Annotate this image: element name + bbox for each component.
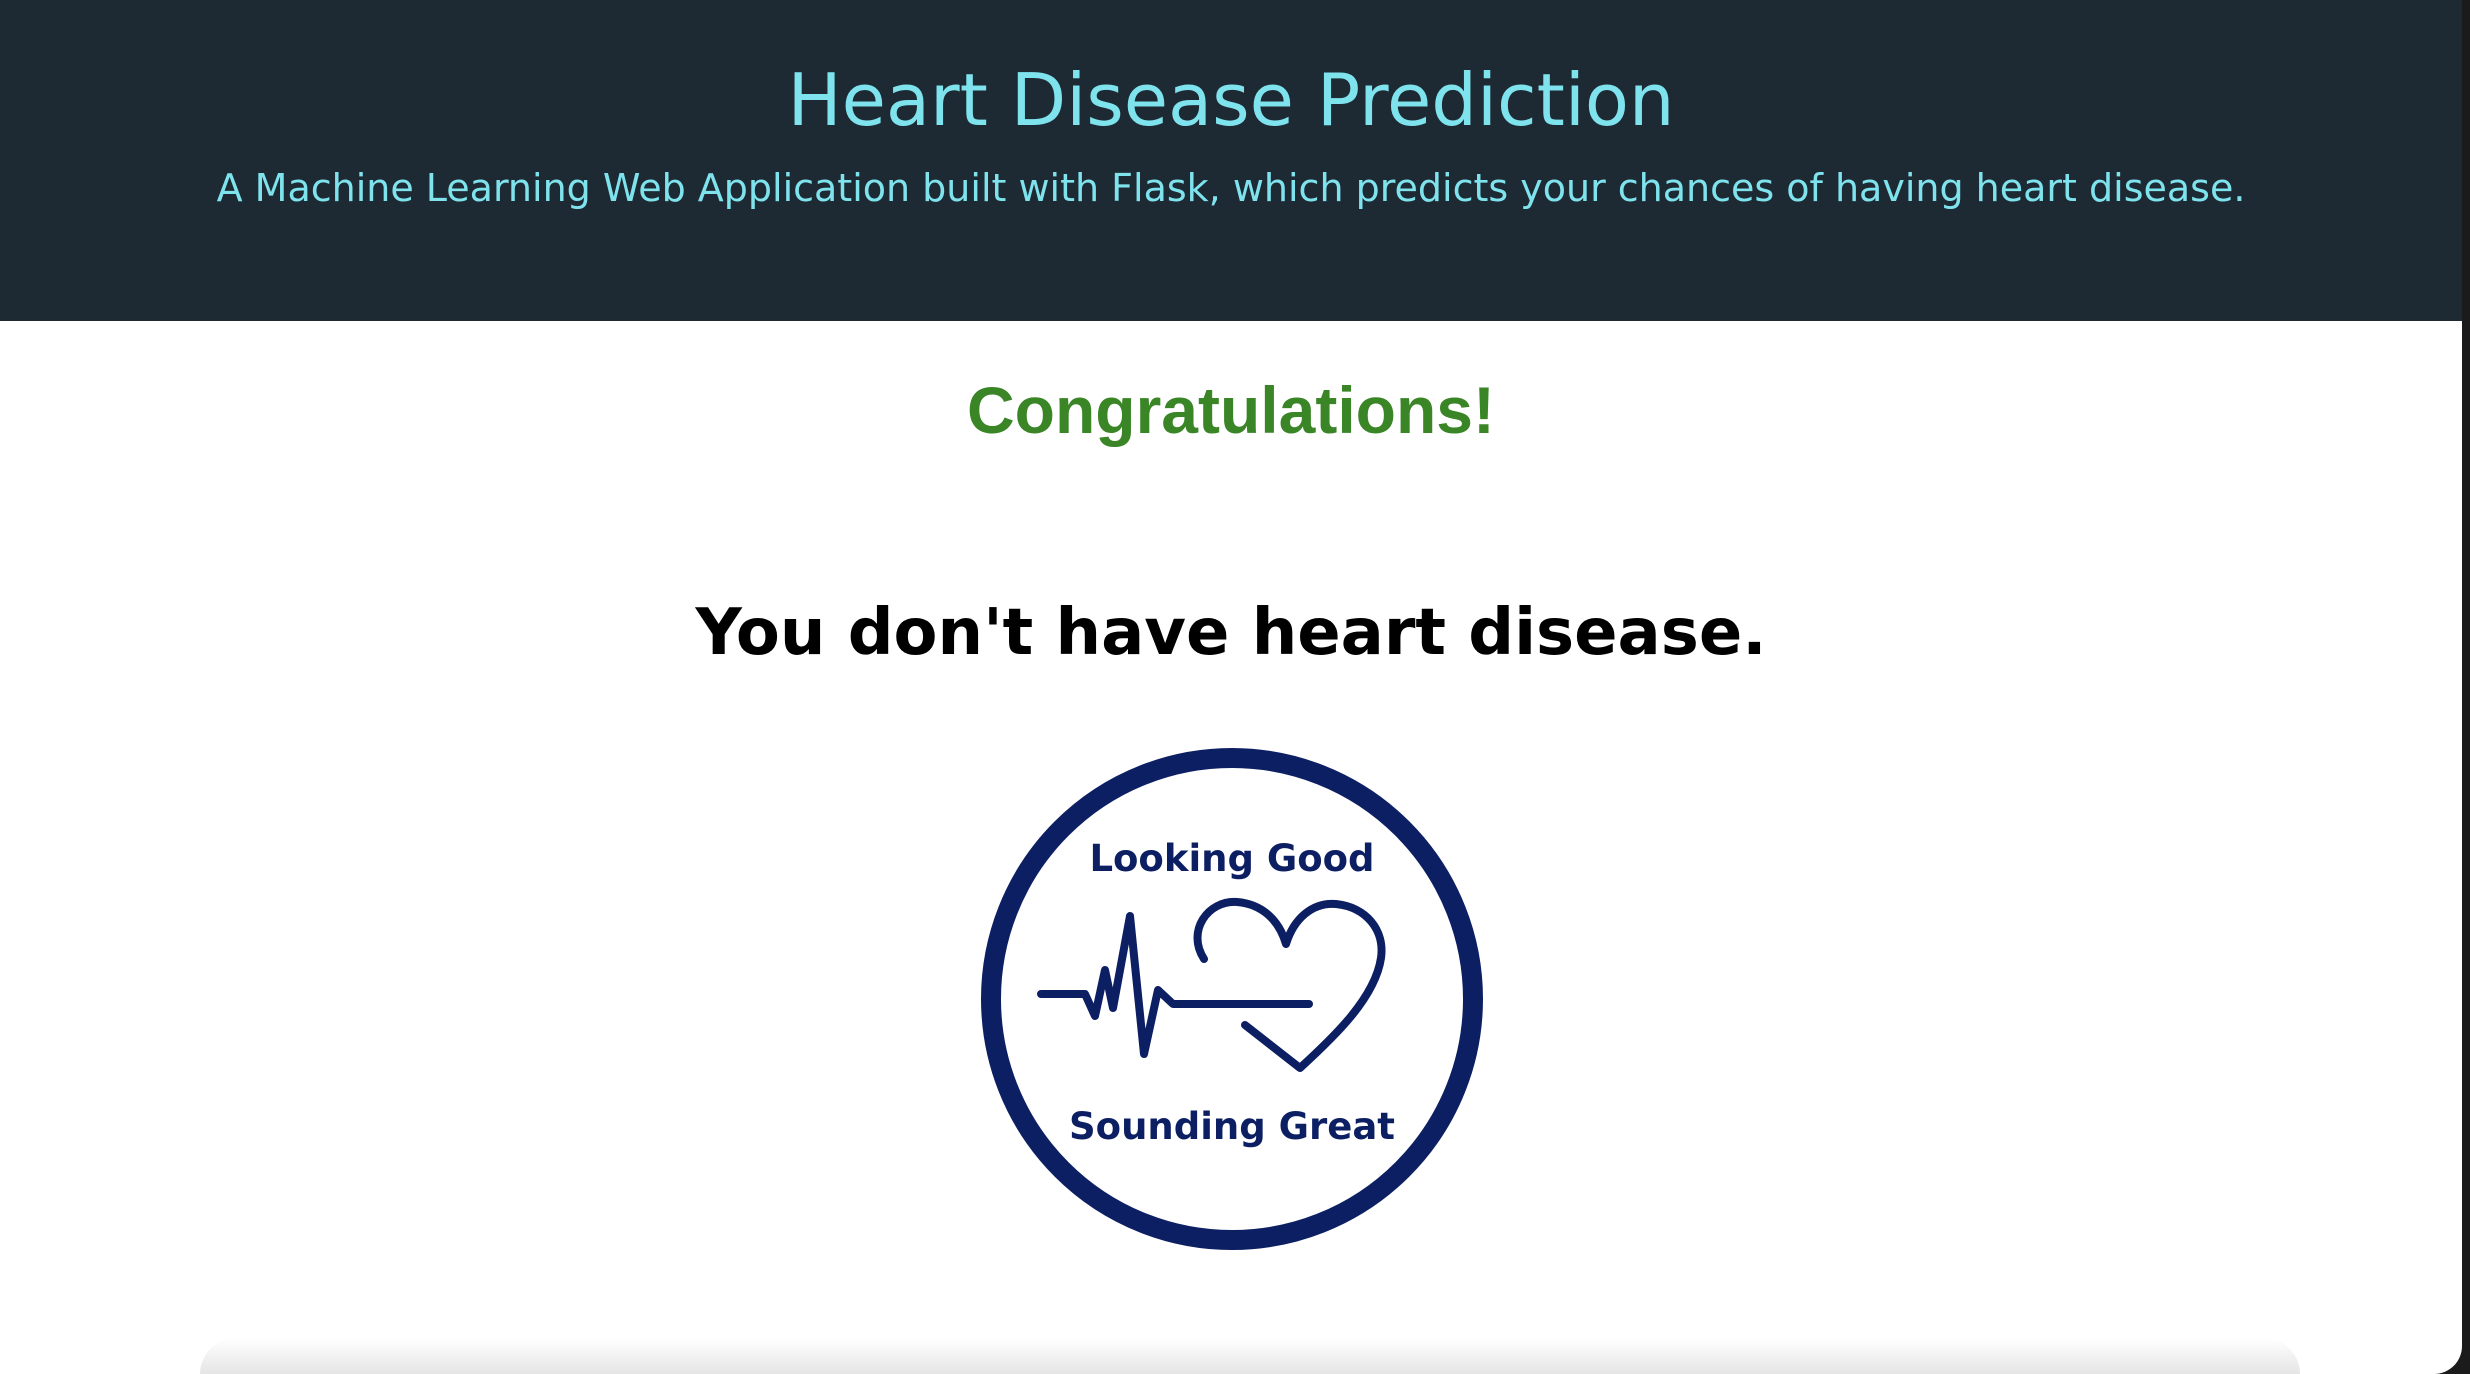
badge-bottom-text: Sounding Great [1069,1105,1395,1148]
page-subtitle: A Machine Learning Web Application built… [216,166,2246,210]
page-header: Heart Disease Prediction A Machine Learn… [0,0,2462,321]
prediction-result-message: You don't have heart disease. [695,596,1767,670]
badge-top-text: Looking Good [1089,837,1374,880]
result-headline: Congratulations! [967,373,1495,447]
bottom-edge-shadow [200,1338,2300,1374]
browser-page: Heart Disease Prediction A Machine Learn… [0,0,2462,1374]
looking-good-badge-image: Looking Good Sounding Great [979,746,1485,1252]
badge-graphic: Looking Good Sounding Great [981,748,1483,1250]
badge-ring [981,748,1483,1250]
page-title: Heart Disease Prediction [787,58,1675,142]
